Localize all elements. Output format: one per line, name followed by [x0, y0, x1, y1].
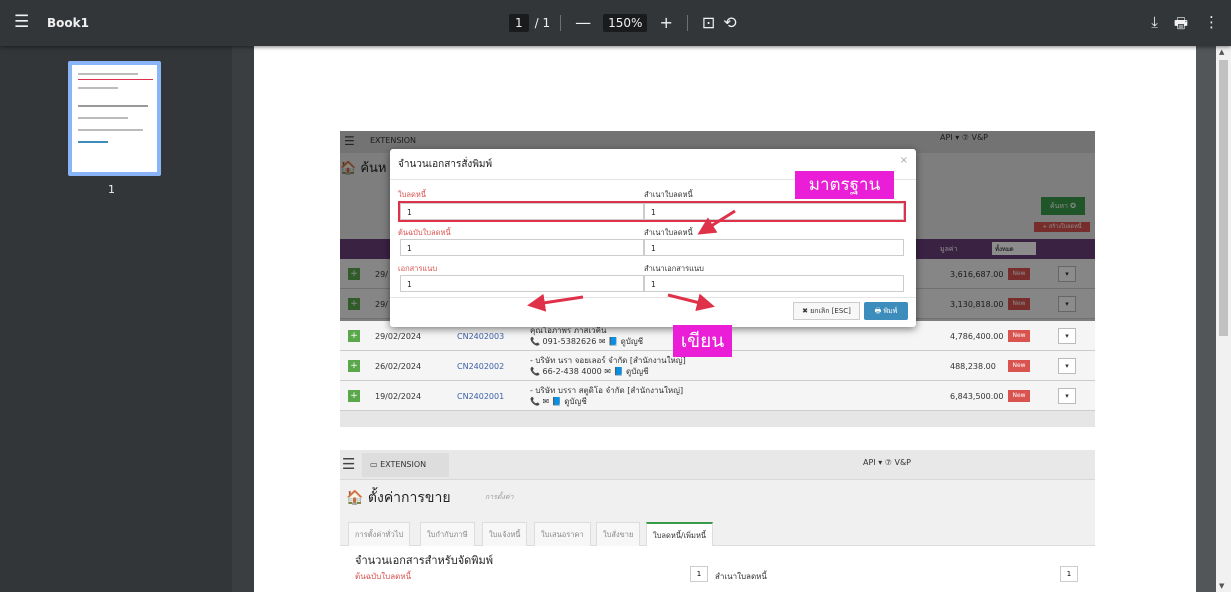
gutter	[232, 46, 254, 592]
fit-page-icon[interactable]: ⊡	[698, 13, 719, 32]
copy-count-input: 1	[1060, 566, 1078, 582]
field-label: ต้นฉบับใบลดหนี้	[355, 572, 412, 581]
table-row: +19/02/2024 CN2402001 - บริษัท บรรา สตูดิ…	[340, 381, 1095, 411]
app-topbar: ☰ ▭ EXTENSION API ▾ ⑦ V&P	[340, 450, 1095, 480]
annotation-write: เขียน	[673, 325, 732, 357]
download-icon[interactable]: ⤓	[1151, 13, 1158, 38]
page-controls: 1 / 1 — 150% + ⊡ ⟲	[509, 13, 741, 32]
scroll-up-icon[interactable]: ▲	[1219, 48, 1224, 56]
top-right-tools: API ▾ ⑦ V&P	[863, 458, 912, 467]
field-label: สำเนาใบลดหนี้	[644, 228, 693, 237]
annotation-standard: มาตรฐาน	[795, 171, 894, 199]
thumbnail-page-number: 1	[108, 183, 115, 196]
section-title: จำนวนเอกสารสำหรับจัดพิมพ์	[355, 554, 494, 567]
close-icon: ×	[899, 155, 908, 166]
rotate-icon[interactable]: ⟲	[719, 13, 740, 32]
copy-input: 1	[644, 239, 904, 256]
document-title: Book1	[47, 16, 89, 30]
tab-quotation: ใบเสนอราคา	[534, 522, 591, 546]
settings-panel: จำนวนเอกสารสำหรับจัดพิมพ์ ต้นฉบับใบลดหนี…	[340, 546, 1095, 592]
tab-general: การตั้งค่าทั่วไป	[348, 522, 411, 546]
hamburger-icon: ☰	[342, 455, 356, 473]
print-button: 🖶 พิมพ์	[864, 302, 908, 320]
scroll-down-icon[interactable]: ▼	[1219, 582, 1224, 590]
pdf-page: ☰ EXTENSION API ▾ ⑦ V&P 🏠 ค้นห ค้นหา ✪ +…	[254, 46, 1196, 592]
settings-tabs: การตั้งค่าทั่วไป ใบกำกับภาษี ใบแจ้งหนี้ …	[340, 522, 1095, 546]
field-label: ต้นฉบับใบลดหนี้	[398, 228, 451, 237]
more-options-icon[interactable]: ⋮	[1204, 13, 1219, 38]
field-label: สำเนาใบลดหนี้	[644, 190, 693, 199]
divider	[560, 14, 562, 31]
tab-sales-order: ใบสั่งขาย	[596, 522, 641, 546]
pdf-toolbar: ☰ Book1 1 / 1 — 150% + ⊡ ⟲ ⤓ 🖶 ⋮	[0, 0, 1231, 46]
cancel-button: ✖ ยกเลิก [ESC]	[793, 302, 860, 320]
extension-button: ▭ EXTENSION	[362, 453, 449, 477]
original-count-input: 1	[690, 566, 708, 582]
highlight-frame	[398, 201, 906, 222]
menu-icon[interactable]: ☰	[14, 14, 29, 31]
attachment-input: 1	[400, 275, 644, 292]
attachment-copy-input: 1	[644, 275, 904, 292]
vertical-scrollbar[interactable]: ▲ ▼	[1216, 46, 1231, 592]
divider	[686, 14, 688, 31]
zoom-in-button[interactable]: +	[655, 13, 676, 32]
zoom-input[interactable]: 150%	[603, 13, 648, 32]
page-title: 🏠 ตั้งค่าการขาย	[346, 490, 451, 506]
thumbnail-sidebar: 1	[0, 46, 232, 592]
tab-invoice: ใบแจ้งหนี้	[482, 522, 528, 546]
tab-tax-invoice: ใบกำกับภาษี	[420, 522, 475, 546]
field-label: ใบลดหนี้	[398, 190, 426, 199]
page-number-input[interactable]: 1	[509, 13, 529, 32]
field-label: สำเนาเอกสารแนบ	[644, 264, 704, 273]
print-icon[interactable]: 🖶	[1174, 13, 1188, 38]
original-input: 1	[400, 239, 644, 256]
modal-title: จำนวนเอกสารสั่งพิมพ์	[398, 159, 493, 170]
right-tools: ⤓ 🖶 ⋮	[1151, 13, 1219, 38]
tab-credit-debit-note: ใบลดหนี้/เพิ่มหนี้	[646, 522, 714, 546]
page-thumbnail[interactable]	[68, 61, 161, 176]
field-label: เอกสารแนบ	[398, 264, 438, 273]
screenshot-print-dialog: ☰ EXTENSION API ▾ ⑦ V&P 🏠 ค้นห ค้นหา ✪ +…	[340, 131, 1095, 427]
zoom-out-button[interactable]: —	[571, 13, 595, 32]
screenshot-sales-settings: ☰ ▭ EXTENSION API ▾ ⑦ V&P 🏠 ตั้งค่าการขา…	[340, 450, 1095, 592]
scrollbar-thumb[interactable]	[1219, 60, 1228, 336]
page-subtitle: การตั้งค่า	[485, 493, 514, 501]
page-total: / 1	[534, 15, 551, 30]
field-label: สำเนาใบลดหนี้	[715, 572, 767, 581]
